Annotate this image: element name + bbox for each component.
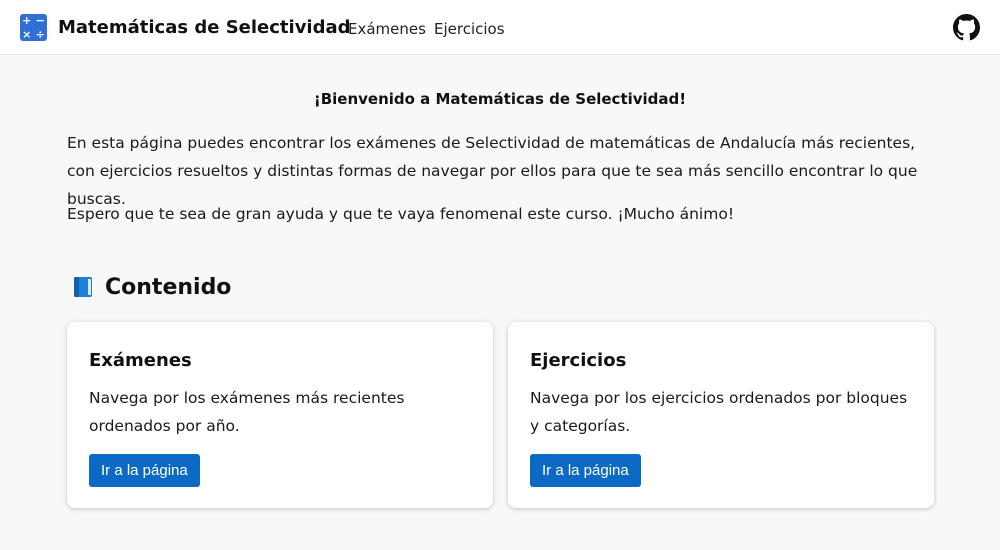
github-icon[interactable] [953,14,980,41]
section-title: Contenido [105,274,232,300]
minus-symbol: − [35,14,45,27]
nav-link-examenes[interactable]: Exámenes [348,20,426,38]
brand-title[interactable]: Matemáticas de Selectividad [58,17,351,38]
plus-symbol: + [22,14,32,27]
divide-symbol: ÷ [35,27,45,41]
book-icon [74,277,92,297]
card-description: Navega por los ejercicios ordenados por … [530,389,908,435]
nav-link-ejercicios[interactable]: Ejercicios [434,20,505,38]
multiply-symbol: × [22,27,32,41]
welcome-title: ¡Bienvenido a Matemáticas de Selectivida… [313,90,687,108]
encouragement-paragraph: Espero que te sea de gran ayuda y que te… [67,205,735,223]
card-title: Exámenes [89,350,192,371]
card-ejercicios: Ejercicios Navega por los ejercicios ord… [508,322,934,508]
calculator-icon[interactable]: + − × ÷ [20,14,47,41]
card-description: Navega por los exámenes más recientes or… [89,389,405,435]
go-to-page-button[interactable]: Ir a la página [89,454,200,487]
card-title: Ejercicios [530,350,627,371]
card-examenes: Exámenes Navega por los exámenes más rec… [67,322,493,508]
go-to-page-button[interactable]: Ir a la página [530,454,641,487]
section-heading: Contenido [72,270,231,304]
navbar: + − × ÷ Matemáticas de Selectividad Exám… [0,0,1000,55]
